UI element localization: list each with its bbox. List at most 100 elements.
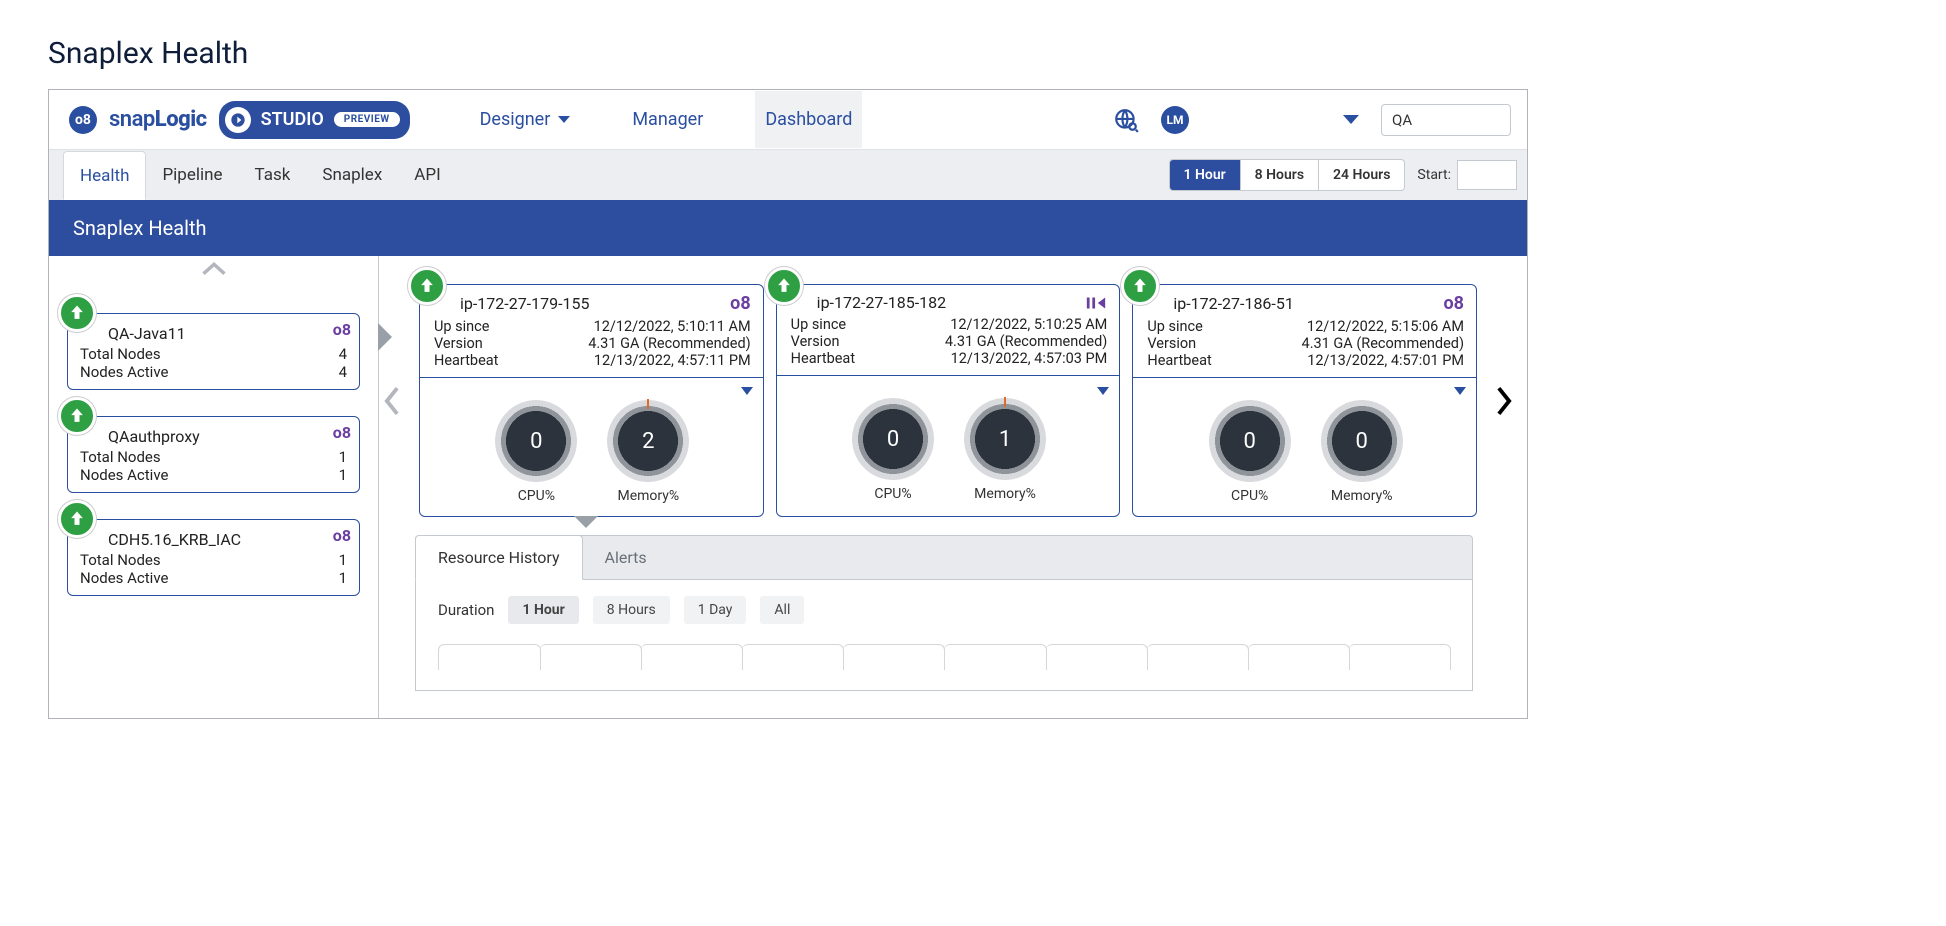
scroll-left-icon[interactable] [379, 284, 405, 517]
detail-panel: Resource History Alerts Duration 1 Hour … [415, 535, 1473, 691]
node-name: ip-172-27-186-51 [1173, 294, 1293, 313]
duration-1h[interactable]: 1 Hour [508, 596, 578, 624]
mem-gauge: 0 [1321, 400, 1403, 482]
snaplex-card[interactable]: o8 CDH5.16_KRB_IAC Total Nodes 1 Nodes A… [67, 519, 360, 596]
cpu-label: CPU% [1209, 488, 1291, 504]
snaplex-total-row: Total Nodes 4 [80, 345, 347, 363]
avatar[interactable]: LM [1161, 106, 1189, 134]
label: Total Nodes [80, 448, 161, 466]
mem-gauge: 2 [607, 400, 689, 482]
node-card[interactable]: ip-172-27-186-51 o8 Up since12/12/2022, … [1132, 284, 1477, 517]
tab-resource-history[interactable]: Resource History [415, 535, 583, 580]
start-input[interactable] [1457, 160, 1517, 190]
snaplex-icon: o8 [333, 526, 351, 545]
timerange-1h[interactable]: 1 Hour [1170, 160, 1241, 190]
tab-manager[interactable]: Manager [622, 91, 713, 148]
value: 4.31 GA (Recommended) [876, 333, 1108, 350]
subtab-health[interactable]: Health [63, 151, 146, 200]
status-up-icon [58, 397, 96, 435]
subtab-pipeline[interactable]: Pipeline [146, 150, 238, 200]
globe-search-icon[interactable] [1113, 107, 1139, 133]
studio-pill[interactable]: STUDIO PREVIEW [219, 101, 410, 139]
snaplex-total-row: Total Nodes 1 [80, 448, 347, 466]
label: Total Nodes [80, 551, 161, 569]
cpu-gauge: 0 [1209, 400, 1291, 482]
label: Up since [791, 316, 876, 333]
mem-label: Memory% [964, 486, 1046, 502]
brand-logo-icon: o8 [69, 106, 97, 134]
timerange: 1 Hour 8 Hours 24 Hours [1169, 159, 1406, 191]
cpu-label: CPU% [852, 486, 934, 502]
cpu-gauge: 0 [495, 400, 577, 482]
snaplex-total-row: Total Nodes 1 [80, 551, 347, 569]
context-value: QA [1392, 111, 1412, 129]
label: Up since [434, 318, 519, 335]
mem-label: Memory% [607, 488, 689, 504]
value: 4 [339, 345, 347, 363]
expand-icon[interactable] [1097, 387, 1109, 395]
top-nav: o8 snapLogic STUDIO PREVIEW Designer Man… [49, 90, 1527, 150]
label: Nodes Active [80, 466, 168, 484]
node-card[interactable]: ip-172-27-179-155 o8 Up since12/12/2022,… [419, 284, 764, 517]
label: Version [1147, 335, 1232, 352]
caret-down-icon [558, 116, 570, 123]
tab-designer-label: Designer [480, 109, 551, 130]
tab-dashboard[interactable]: Dashboard [755, 91, 862, 148]
detail-body: Duration 1 Hour 8 Hours 1 Day All [415, 580, 1473, 691]
node-row: ip-172-27-179-155 o8 Up since12/12/2022,… [379, 264, 1517, 517]
snaplex-name: QA-Java11 [108, 324, 347, 343]
tab-manager-label: Manager [632, 109, 703, 130]
preview-chip: PREVIEW [334, 112, 400, 127]
expand-icon[interactable] [1454, 387, 1466, 395]
timerange-24h[interactable]: 24 Hours [1319, 160, 1404, 190]
value: 4 [339, 363, 347, 381]
value: 12/13/2022, 4:57:11 PM [519, 352, 751, 369]
label: Nodes Active [80, 363, 168, 381]
node-card[interactable]: ip-172-27-185-182 Up since12/12/2022, 5:… [776, 284, 1121, 517]
brand[interactable]: o8 snapLogic STUDIO PREVIEW [69, 101, 410, 139]
label: Nodes Active [80, 569, 168, 587]
studio-label: STUDIO [261, 109, 324, 130]
duration-8h[interactable]: 8 Hours [593, 596, 670, 624]
context-select[interactable]: QA [1381, 104, 1511, 136]
status-up-icon [408, 267, 446, 305]
outgoing-icon [1085, 294, 1107, 312]
snaplex-icon: o8 [333, 423, 351, 442]
caret-down-icon[interactable] [1343, 115, 1359, 124]
history-chart [438, 644, 1450, 674]
value: 1 [339, 569, 347, 587]
snaplex-active-row: Nodes Active 1 [80, 569, 347, 587]
brand-wordmark: snapLogic [109, 107, 207, 132]
status-up-icon [58, 294, 96, 332]
label: Heartbeat [434, 352, 519, 369]
snaplex-card[interactable]: o8 QA-Java11 Total Nodes 4 Nodes Active … [67, 313, 360, 390]
snaplex-active-row: Nodes Active 4 [80, 363, 347, 381]
snaplex-name: CDH5.16_KRB_IAC [108, 530, 347, 549]
timerange-8h[interactable]: 8 Hours [1241, 160, 1319, 190]
snaplex-active-row: Nodes Active 1 [80, 466, 347, 484]
app-window: o8 snapLogic STUDIO PREVIEW Designer Man… [48, 89, 1528, 719]
subtab-api[interactable]: API [398, 150, 456, 200]
snaplex-icon: o8 [1444, 293, 1465, 314]
expand-icon[interactable] [741, 387, 753, 395]
value: 12/12/2022, 5:10:25 AM [876, 316, 1108, 333]
snaplex-card[interactable]: o8 QAauthproxy Total Nodes 1 Nodes Activ… [67, 416, 360, 493]
duration-all[interactable]: All [760, 596, 804, 624]
value: 4.31 GA (Recommended) [1232, 335, 1464, 352]
duration-1d[interactable]: 1 Day [684, 596, 747, 624]
status-up-icon [765, 267, 803, 305]
duration-row: Duration 1 Hour 8 Hours 1 Day All [438, 596, 1450, 624]
main-tabs: Designer Manager Dashboard [470, 91, 863, 148]
studio-icon [225, 107, 251, 133]
scroll-right-icon[interactable] [1491, 284, 1517, 517]
scroll-up-icon[interactable] [61, 260, 366, 287]
value: 4.31 GA (Recommended) [519, 335, 751, 352]
value: 1 [339, 466, 347, 484]
tab-designer[interactable]: Designer [470, 91, 581, 148]
start-label: Start: [1417, 167, 1451, 183]
subtab-task[interactable]: Task [239, 150, 307, 200]
value: 12/13/2022, 4:57:03 PM [876, 350, 1108, 367]
tab-alerts[interactable]: Alerts [583, 536, 669, 579]
subtab-snaplex[interactable]: Snaplex [306, 150, 398, 200]
value: 12/12/2022, 5:15:06 AM [1232, 318, 1464, 335]
